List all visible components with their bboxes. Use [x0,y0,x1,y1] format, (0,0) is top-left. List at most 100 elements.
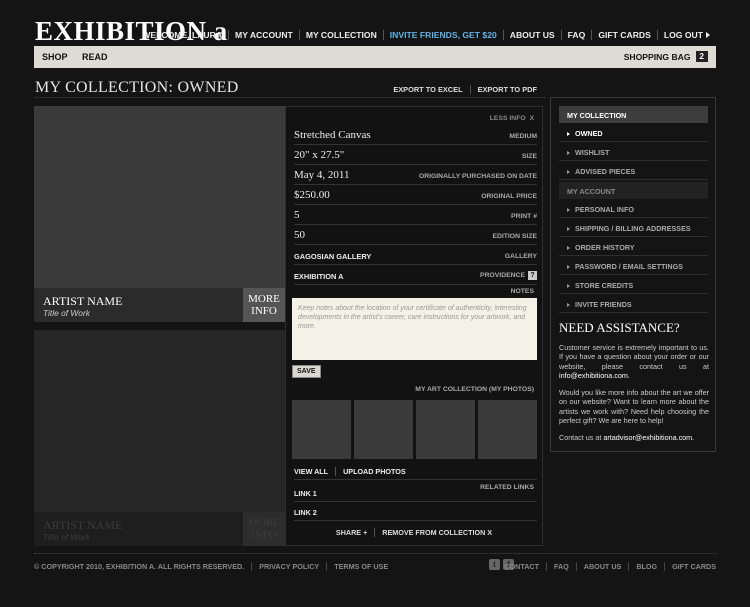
nav-my-collection[interactable]: MY COLLECTION [298,30,383,40]
work-title: Title of Work [43,308,90,318]
account-sidebar: MY COLLECTION OWNED WISHLIST ADVISED PIE… [550,97,716,452]
remove-from-collection-link[interactable]: REMOVE FROM COLLECTION X [374,528,499,537]
photo-thumbnail[interactable] [354,400,413,459]
arrow-right-icon [567,170,570,174]
footer-legal: © COPYRIGHT 2010, EXHIBITION A. ALL RIGH… [34,562,395,571]
detail-key: ORIGINALLY PURCHASED ON DATE [418,173,537,180]
nav-faq[interactable]: FAQ [560,30,592,40]
related-link-1[interactable]: LINK 1 [294,484,537,502]
sidebar-item-owned[interactable]: OWNED [559,123,708,142]
related-link-2[interactable]: LINK 2 [294,503,537,521]
terms-of-use-link[interactable]: TERMS OF USE [326,562,395,571]
detail-value: 20" x 27.5" [294,149,345,161]
sidebar-item-label: PERSONAL INFO [575,205,634,214]
help-icon[interactable]: ? [528,271,537,280]
sidebar-item-label: ADVISED PIECES [575,167,636,176]
detail-key: PRINT # [510,213,537,220]
sidebar-item-password-settings[interactable]: PASSWORD / EMAIL SETTINGS [559,256,708,275]
detail-row-print-number: 5 PRINT # [294,205,537,225]
sidebar-item-invite-friends[interactable]: INVITE FRIENDS [559,294,708,313]
notes-textarea[interactable]: Keep notes about the location of your ce… [292,298,537,360]
photo-thumbnail[interactable] [478,400,537,459]
sidebar-item-personal-info[interactable]: PERSONAL INFO [559,199,708,218]
nav-log-out[interactable]: LOG OUT [656,30,716,40]
help-text: Customer service is extremely important … [559,343,709,371]
divider [294,479,537,480]
less-info-button[interactable]: LESS INFO X [490,115,534,122]
footer-gift-cards-link[interactable]: GIFT CARDS [664,562,716,571]
artwork-list: ARTIST NAME Title of Work MORE INFO ARTI… [34,106,285,546]
detail-key: MEDIUM [509,133,537,140]
nav-gift-cards[interactable]: GIFT CARDS [591,30,657,40]
save-button[interactable]: SAVE [292,365,321,378]
footer-contact-link[interactable]: CONTACT [497,562,546,571]
upload-photos-link[interactable]: UPLOAD PHOTOS [335,467,413,476]
help-text: Contact us at [559,433,602,442]
photo-thumbnail[interactable] [292,400,351,459]
sidebar-item-label: INVITE FRIENDS [575,300,632,309]
detail-row-providence: EXHIBITION A PROVIDENCE? [294,265,537,285]
footer-blog-link[interactable]: BLOG [628,562,664,571]
detail-row-size: 20" x 27.5" SIZE [294,145,537,165]
sidebar-item-advised-pieces[interactable]: ADVISED PIECES [559,161,708,180]
detail-key: GALLERY [504,253,537,260]
share-link[interactable]: SHARE + [329,528,374,537]
collection-actions: SHARE + REMOVE FROM COLLECTION X [286,528,542,537]
arrow-right-icon [567,246,570,250]
welcome-text: WELCOME, LAURA [142,30,223,40]
sidebar-item-order-history[interactable]: ORDER HISTORY [559,237,708,256]
sidebar-item-label: PASSWORD / EMAIL SETTINGS [575,262,683,271]
sidebar-item-wishlist[interactable]: WISHLIST [559,142,708,161]
sidebar-item-label: WISHLIST [575,148,610,157]
sidebar-head-my-account[interactable]: MY ACCOUNT [559,182,708,199]
detail-value: 50 [294,229,305,241]
title-divider [35,97,545,98]
artwork-caption: ARTIST NAME Title of Work MORE INFO [34,512,285,546]
footer-divider [34,553,716,554]
detail-value: Stretched Canvas [294,129,371,141]
detail-row-price: $250.00 ORIGINAL PRICE [294,185,537,205]
detail-value: 5 [294,209,300,221]
menu-shop[interactable]: SHOP [42,52,68,62]
sidebar-item-label: OWNED [575,129,603,138]
copyright-text: © COPYRIGHT 2010, EXHIBITION A. ALL RIGH… [34,562,245,571]
more-info-button[interactable]: MORE INFO [243,288,285,322]
detail-value: EXHIBITION A [294,272,344,281]
menu-read[interactable]: READ [82,52,108,62]
shopping-bag-button[interactable]: SHOPPING BAG 2 [624,51,708,62]
detail-row-purchase-date: May 4, 2011 ORIGINALLY PURCHASED ON DATE [294,165,537,185]
footer-about-link[interactable]: ABOUT US [575,562,629,571]
sidebar-item-store-credits[interactable]: STORE CREDITS [559,275,708,294]
view-all-link[interactable]: VIEW ALL [294,467,335,476]
close-icon: X [529,115,534,122]
sidebar-head-my-collection[interactable]: MY COLLECTION [559,106,708,123]
help-paragraph: Would you like more info about the art w… [559,388,709,426]
export-excel-link[interactable]: EXPORT TO EXCEL [386,85,469,94]
export-pdf-link[interactable]: EXPORT TO PDF [469,85,544,94]
artist-name: ARTIST NAME [43,294,123,308]
more-info-button[interactable]: MORE INFO [243,512,285,546]
sidebar-item-label: ORDER HISTORY [575,243,635,252]
log-out-label: LOG OUT [663,30,703,40]
detail-key: EDITION SIZE [492,233,537,240]
support-email-link[interactable]: info@exhibitiona.com. [559,371,630,380]
footer-faq-link[interactable]: FAQ [545,562,576,571]
artist-name: ARTIST NAME [43,518,123,532]
artwork-image[interactable] [34,106,285,288]
photo-thumbnail[interactable] [416,400,475,459]
sidebar-item-addresses[interactable]: SHIPPING / BILLING ADDRESSES [559,218,708,237]
arrow-right-icon [567,303,570,307]
my-photos-label: MY ART COLLECTION (MY PHOTOS) [415,386,534,393]
detail-key: ORIGINAL PRICE [481,193,537,200]
need-assistance-heading: NEED ASSISTANCE? [559,320,680,335]
nav-about-us[interactable]: ABOUT US [502,30,561,40]
privacy-policy-link[interactable]: PRIVACY POLICY [251,562,326,571]
advisor-email-link[interactable]: artadvisor@exhibitiona.com. [603,433,694,442]
nav-invite-friends[interactable]: INVITE FRIENDS, GET $20 [382,30,503,40]
arrow-right-icon [567,265,570,269]
artwork-image[interactable] [34,330,285,512]
photo-actions: VIEW ALL UPLOAD PHOTOS [294,467,413,476]
nav-my-account[interactable]: MY ACCOUNT [228,30,299,40]
arrow-right-icon [567,227,570,231]
shopping-bag-label: SHOPPING BAG [623,51,691,62]
